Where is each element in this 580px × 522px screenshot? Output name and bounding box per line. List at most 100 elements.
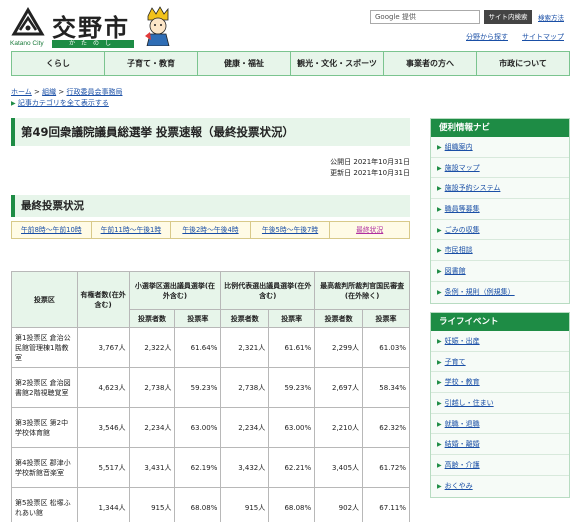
results-table: 投票区 有権者数(在外含む) 小選挙区選出議員選挙(在外含む) 比例代表選出議員… [11, 271, 410, 522]
side-item-childcare[interactable]: ▶ 子育て [431, 351, 569, 373]
side-item-condolence[interactable]: ▶ おくやみ [431, 475, 569, 497]
side-item-marriage[interactable]: ▶ 結婚・離婚 [431, 434, 569, 456]
site-logo[interactable]: 交野市 Katano City かたのし [10, 6, 190, 48]
side-item-employment[interactable]: ▶ 就職・退職 [431, 413, 569, 435]
sitemap-link[interactable]: サイトマップ [522, 32, 564, 42]
show-all-categories-link[interactable]: 記事カテゴリを全て表示する [18, 99, 109, 107]
side-item-condolence-link[interactable]: おくやみ [445, 482, 473, 490]
triangle-right-icon: ▶ [437, 338, 442, 345]
side-item-ordinances[interactable]: ▶ 条例・規則（例規集） [431, 281, 569, 303]
mascot-icon [145, 6, 170, 46]
tab-2pm-4pm[interactable]: 午後2時〜午後4時 [171, 222, 251, 238]
side-item-school[interactable]: ▶ 学校・教育 [431, 372, 569, 394]
triangle-right-icon: ▶ [437, 164, 442, 172]
cell-pr-rate: 61.61% [268, 327, 316, 368]
search-help-link[interactable]: 検索方法 [538, 12, 564, 22]
cell-single-count: 915人 [128, 487, 176, 522]
gnav-childcare-education[interactable]: 子育て・教育 [105, 52, 198, 75]
tab-8am-10am[interactable]: 午前8時〜午前10時 [12, 222, 92, 238]
side-item-garbage[interactable]: ▶ ごみの収集 [431, 219, 569, 241]
cell-pr-rate: 59.23% [268, 367, 316, 408]
cell-district: 第4投票区 郡津小学校新館音楽室 [11, 447, 78, 488]
page-title: 第49回衆議院議員総選挙 投票速報（最終投票状況） [11, 118, 410, 146]
side-item-facility-map-link[interactable]: 施設マップ [445, 164, 480, 172]
search-button[interactable]: サイト内検索 [484, 10, 532, 24]
cell-pr-count: 2,738人 [220, 367, 270, 408]
gnav-city-government[interactable]: 市政について [477, 52, 569, 75]
cell-voters: 3,767人 [76, 327, 130, 368]
gnav-tourism-culture-sports[interactable]: 観光・文化・スポーツ [291, 52, 384, 75]
gnav-health-welfare[interactable]: 健康・福祉 [198, 52, 291, 75]
cell-court-count: 2,210人 [314, 407, 364, 448]
tab-5pm-7pm-link[interactable]: 午後5時〜午後7時 [262, 226, 318, 234]
tab-8am-10am-link[interactable]: 午前8時〜午前10時 [21, 226, 82, 234]
cell-single-rate: 68.08% [174, 487, 222, 522]
cell-court-count: 2,299人 [314, 327, 364, 368]
cell-court-rate: 62.32% [362, 407, 410, 448]
side-item-marriage-link[interactable]: 結婚・離婚 [445, 440, 480, 448]
side-item-organization[interactable]: ▶ 組織案内 [431, 137, 569, 158]
side-item-facility-map[interactable]: ▶ 施設マップ [431, 157, 569, 179]
side-item-consultation[interactable]: ▶ 市民相談 [431, 240, 569, 262]
cell-single-count: 2,234人 [128, 407, 176, 448]
side-item-school-link[interactable]: 学校・教育 [445, 378, 480, 386]
side-item-elderly-link[interactable]: 高齢・介護 [445, 461, 480, 469]
triangle-right-icon: ▶ [437, 185, 442, 193]
search-input[interactable]: Google 提供 [370, 10, 480, 24]
header-rate: 投票率 [268, 309, 316, 328]
side-item-employment-link[interactable]: 就職・退職 [445, 420, 480, 428]
triangle-right-icon: ▶ [11, 100, 16, 107]
side-item-library[interactable]: ▶ 図書館 [431, 261, 569, 282]
breadcrumb-committee-office[interactable]: 行政委員会事務局 [66, 88, 122, 96]
triangle-right-icon: ▶ [437, 420, 442, 428]
side-item-facility-reservation-link[interactable]: 施設予約システム [445, 184, 501, 192]
header-voters: 有権者数(在外含む) [76, 271, 130, 328]
side-item-elderly[interactable]: ▶ 高齢・介護 [431, 455, 569, 476]
cell-pr-rate: 62.21% [268, 447, 316, 488]
cell-single-rate: 62.19% [174, 447, 222, 488]
side-item-consultation-link[interactable]: 市民相談 [445, 246, 473, 254]
side-item-pregnancy-link[interactable]: 妊娠・出産 [445, 337, 480, 345]
gnav-business[interactable]: 事業者の方へ [384, 52, 477, 75]
global-nav: くらし 子育て・教育 健康・福祉 観光・文化・スポーツ 事業者の方へ 市政につい… [11, 51, 570, 76]
city-crest-icon [11, 7, 45, 36]
cell-court-count: 902人 [314, 487, 364, 522]
side-item-ordinances-link[interactable]: 条例・規則（例規集） [445, 288, 515, 296]
breadcrumb-home[interactable]: ホーム [11, 88, 32, 96]
tab-11am-1pm[interactable]: 午前11時〜午後1時 [92, 222, 172, 238]
side-item-recruitment-link[interactable]: 職員等募集 [445, 205, 480, 213]
side-item-library-link[interactable]: 図書館 [445, 267, 466, 275]
header-rate: 投票率 [174, 309, 222, 328]
side-item-childcare-link[interactable]: 子育て [445, 358, 466, 366]
tab-11am-1pm-link[interactable]: 午前11時〜午後1時 [101, 226, 162, 234]
gnav-living[interactable]: くらし [12, 52, 105, 75]
cell-pr-rate: 63.00% [268, 407, 316, 448]
cell-pr-count: 3,432人 [220, 447, 270, 488]
side-item-pregnancy[interactable]: ▶ 妊娠・出産 [431, 331, 569, 352]
side-item-facility-reservation[interactable]: ▶ 施設予約システム [431, 178, 569, 200]
published-date: 公開日 2021年10月31日 [330, 158, 410, 166]
cell-single-count: 2,738人 [128, 367, 176, 408]
tab-2pm-4pm-link[interactable]: 午後2時〜午後4時 [182, 226, 238, 234]
section-title: 最終投票状況 [11, 195, 410, 217]
side-item-organization-link[interactable]: 組織案内 [445, 143, 473, 151]
triangle-right-icon: ▶ [437, 379, 442, 387]
header-rate: 投票率 [362, 309, 410, 328]
header-single-seat: 小選挙区選出議員選挙(在外含む) [128, 271, 222, 310]
side-item-moving[interactable]: ▶ 引越し・住まい [431, 393, 569, 414]
table-header-row: 投票区 有権者数(在外含む) 小選挙区選出議員選挙(在外含む) 比例代表選出議員… [11, 271, 410, 328]
header-proportional: 比例代表選出議員選挙(在外含む) [220, 271, 316, 310]
side-item-recruitment[interactable]: ▶ 職員等募集 [431, 199, 569, 220]
cell-court-rate: 67.11% [362, 487, 410, 522]
side-useful-info-title: 便利情報ナビ [431, 119, 569, 137]
tab-final[interactable]: 最終状況 [330, 222, 409, 238]
breadcrumb-organization[interactable]: 組織 [42, 88, 56, 96]
side-item-garbage-link[interactable]: ごみの収集 [445, 226, 480, 234]
header-count: 投票者数 [314, 309, 364, 328]
tab-final-link[interactable]: 最終状況 [356, 226, 383, 234]
side-item-moving-link[interactable]: 引越し・住まい [445, 399, 494, 407]
tab-5pm-7pm[interactable]: 午後5時〜午後7時 [251, 222, 331, 238]
side-life-events: ライフイベント ▶ 妊娠・出産 ▶ 子育て ▶ 学校・教育 ▶ 引越し・住まい ▶ 就職・… [430, 312, 570, 498]
find-by-field-link[interactable]: 分野から探す [466, 32, 508, 42]
header-court-review: 最高裁判所裁判官国民審査(在外除く) [314, 271, 410, 310]
